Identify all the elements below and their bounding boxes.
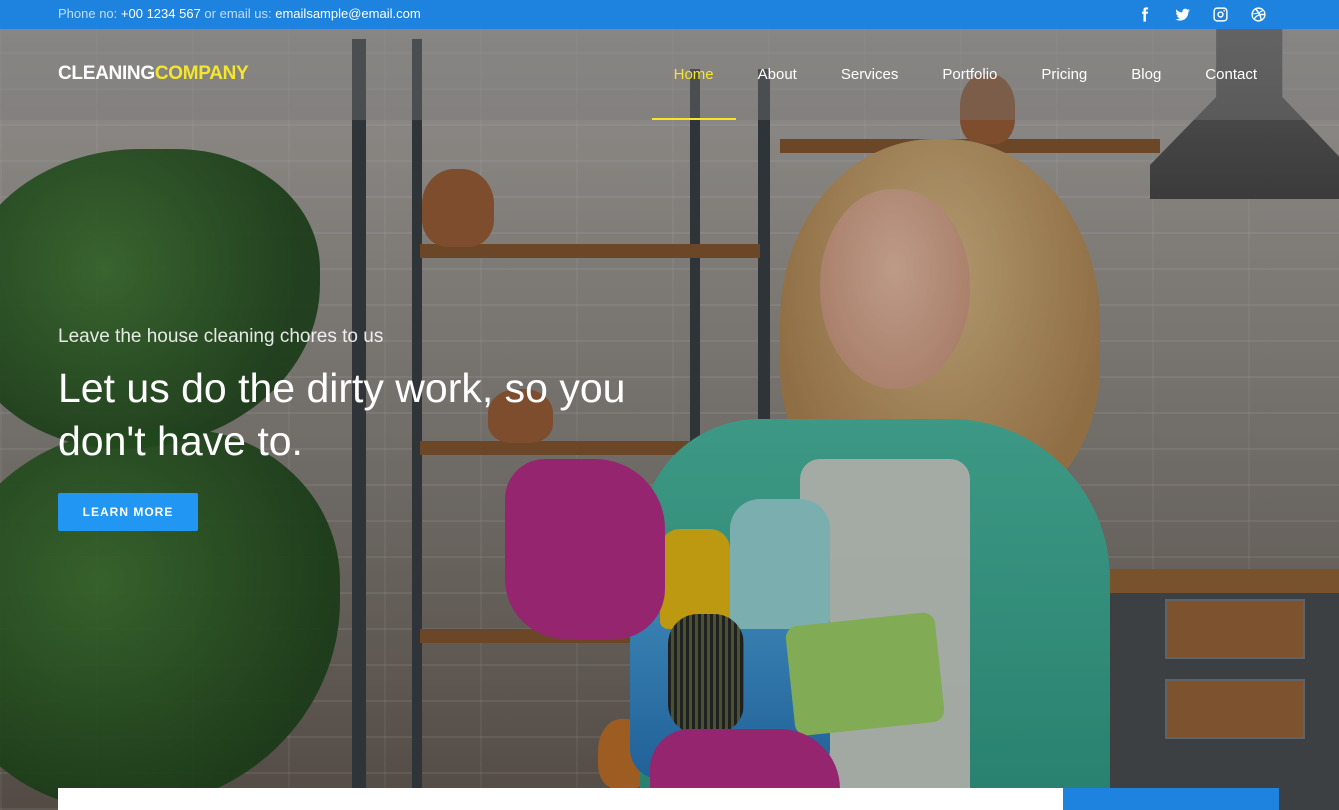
nav-menu: Home About Services Portfolio Pricing Bl… [651,29,1279,120]
main-navbar: CLEANINGCOMPANY Home About Services Port… [0,29,1339,120]
nav-item-about[interactable]: About [736,29,819,120]
email-label: or email us: [204,6,272,21]
brand-name-part2: COMPANY [154,63,249,84]
booking-bar-action[interactable] [1063,788,1279,810]
phone-label: Phone no: [58,6,118,21]
nav-item-portfolio[interactable]: Portfolio [920,29,1019,120]
email-address[interactable]: emailsample@email.com [275,6,420,21]
twitter-icon[interactable] [1173,5,1191,23]
brand-name-part1: CLEANING [58,63,155,84]
top-contact-bar: Phone no: +00 1234 567 or email us: emai… [0,0,1339,29]
nav-item-blog[interactable]: Blog [1109,29,1183,120]
nav-item-services[interactable]: Services [819,29,921,120]
hero-kicker: Leave the house cleaning chores to us [58,326,384,347]
dribbble-icon[interactable] [1249,5,1267,23]
facebook-icon[interactable] [1135,5,1153,23]
nav-item-home[interactable]: Home [651,29,736,120]
nav-item-contact[interactable]: Contact [1183,29,1279,120]
hero-headline: Let us do the dirty work, so you don't h… [58,365,626,464]
social-links [1135,4,1267,24]
instagram-icon[interactable] [1211,5,1229,23]
brand-logo[interactable]: CLEANINGCOMPANY [58,63,249,85]
contact-info: Phone no: +00 1234 567 or email us: emai… [58,7,421,21]
nav-item-pricing[interactable]: Pricing [1019,29,1109,120]
learn-more-button[interactable]: LEARN MORE [58,493,198,531]
booking-bar [58,788,1063,810]
phone-number[interactable]: +00 1234 567 [121,6,201,21]
